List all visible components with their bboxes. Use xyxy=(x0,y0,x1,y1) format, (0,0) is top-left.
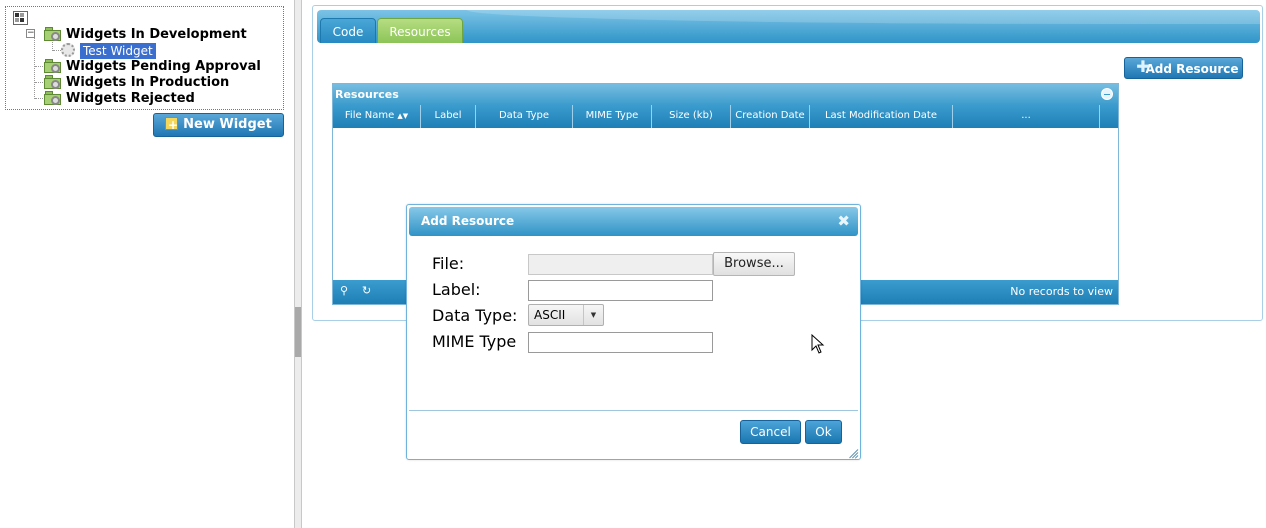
ok-button[interactable]: Ok xyxy=(805,420,842,444)
column-header-label[interactable]: Label xyxy=(421,105,476,128)
label-label: Label: xyxy=(432,280,481,299)
column-header-creation-date[interactable]: Creation Date xyxy=(731,105,810,128)
tree-item-widgets-in-production[interactable]: Widgets In Production xyxy=(66,75,229,91)
column-header-label: File Name xyxy=(344,110,395,121)
dialog-divider xyxy=(409,410,858,411)
no-records-text: No records to view xyxy=(1010,285,1113,298)
tree-root-icon[interactable] xyxy=(13,11,28,25)
mime-type-input[interactable] xyxy=(528,332,713,353)
folder-gear-icon xyxy=(44,59,62,74)
browse-button[interactable]: Browse... xyxy=(713,252,795,276)
panel-splitter[interactable] xyxy=(294,0,302,528)
column-header-size[interactable]: Size (kb) xyxy=(652,105,731,128)
column-header-file-name[interactable]: File Name ▲▼ xyxy=(333,105,421,128)
label-input[interactable] xyxy=(528,280,713,301)
data-type-value: ASCII xyxy=(534,308,566,322)
tree-connector xyxy=(53,50,61,51)
column-header-last-modification-date[interactable]: Last Modification Date xyxy=(810,105,953,128)
data-type-label: Data Type: xyxy=(432,306,518,325)
tree-item-widgets-pending-approval[interactable]: Widgets Pending Approval xyxy=(66,59,261,75)
file-label: File: xyxy=(432,254,465,273)
cancel-button[interactable]: Cancel xyxy=(740,420,801,444)
splitter-grip-handle[interactable] xyxy=(295,307,301,357)
mime-type-label: MIME Type xyxy=(432,332,517,351)
folder-gear-icon xyxy=(44,27,62,42)
add-resource-label: Add Resource xyxy=(1145,62,1239,76)
folder-gear-icon xyxy=(44,91,62,106)
column-header-data-type[interactable]: Data Type xyxy=(476,105,573,128)
tab-bar-decoration xyxy=(467,10,1260,24)
new-widget-icon xyxy=(165,114,178,136)
grid-column-headers: File Name ▲▼ Label Data Type MIME Type Si… xyxy=(333,105,1118,128)
gear-icon xyxy=(61,43,75,57)
plus-icon: ✚ xyxy=(1136,57,1150,76)
add-resource-button[interactable]: ✚ Add Resource xyxy=(1124,57,1243,79)
collapse-toggle-icon[interactable]: − xyxy=(26,29,35,38)
close-icon[interactable]: ✖ xyxy=(837,207,850,235)
folder-gear-icon xyxy=(44,75,62,90)
tree-item-widgets-in-development[interactable]: Widgets In Development xyxy=(66,27,247,43)
column-header-more[interactable]: ... xyxy=(953,105,1100,128)
dialog-title-bar[interactable]: Add Resource ✖ xyxy=(409,207,858,236)
search-icon[interactable]: ⚲ xyxy=(340,285,351,297)
new-widget-button[interactable]: New Widget xyxy=(153,113,284,137)
refresh-icon[interactable]: ↻ xyxy=(362,285,373,297)
column-header-mime-type[interactable]: MIME Type xyxy=(573,105,652,128)
widget-tree: − Widgets In Development Test Widget Wid… xyxy=(5,6,284,110)
column-header-spacer xyxy=(1100,105,1118,128)
tree-item-test-widget[interactable]: Test Widget xyxy=(80,43,156,59)
tab-resources[interactable]: Resources xyxy=(377,18,463,43)
dialog-title: Add Resource xyxy=(421,214,515,228)
grid-title: Resources xyxy=(333,84,1118,105)
collapse-grid-icon[interactable] xyxy=(1101,88,1113,100)
mouse-cursor-icon xyxy=(811,334,825,354)
tab-code[interactable]: Code xyxy=(320,18,376,43)
tab-bar: Code Resources xyxy=(317,10,1260,43)
new-widget-label: New Widget xyxy=(183,117,272,132)
grid-title-text: Resources xyxy=(335,88,399,101)
chevron-down-icon: ▼ xyxy=(583,305,603,325)
tree-connector xyxy=(34,37,35,99)
file-path-field[interactable] xyxy=(528,254,713,275)
tree-item-widgets-rejected[interactable]: Widgets Rejected xyxy=(66,91,195,107)
resize-grip-icon[interactable] xyxy=(848,447,859,459)
add-resource-dialog: Add Resource ✖ File: Browse... Label: Da… xyxy=(406,204,861,460)
data-type-select[interactable]: ASCII ▼ xyxy=(528,304,604,326)
sort-arrows-icon: ▲▼ xyxy=(397,112,409,120)
